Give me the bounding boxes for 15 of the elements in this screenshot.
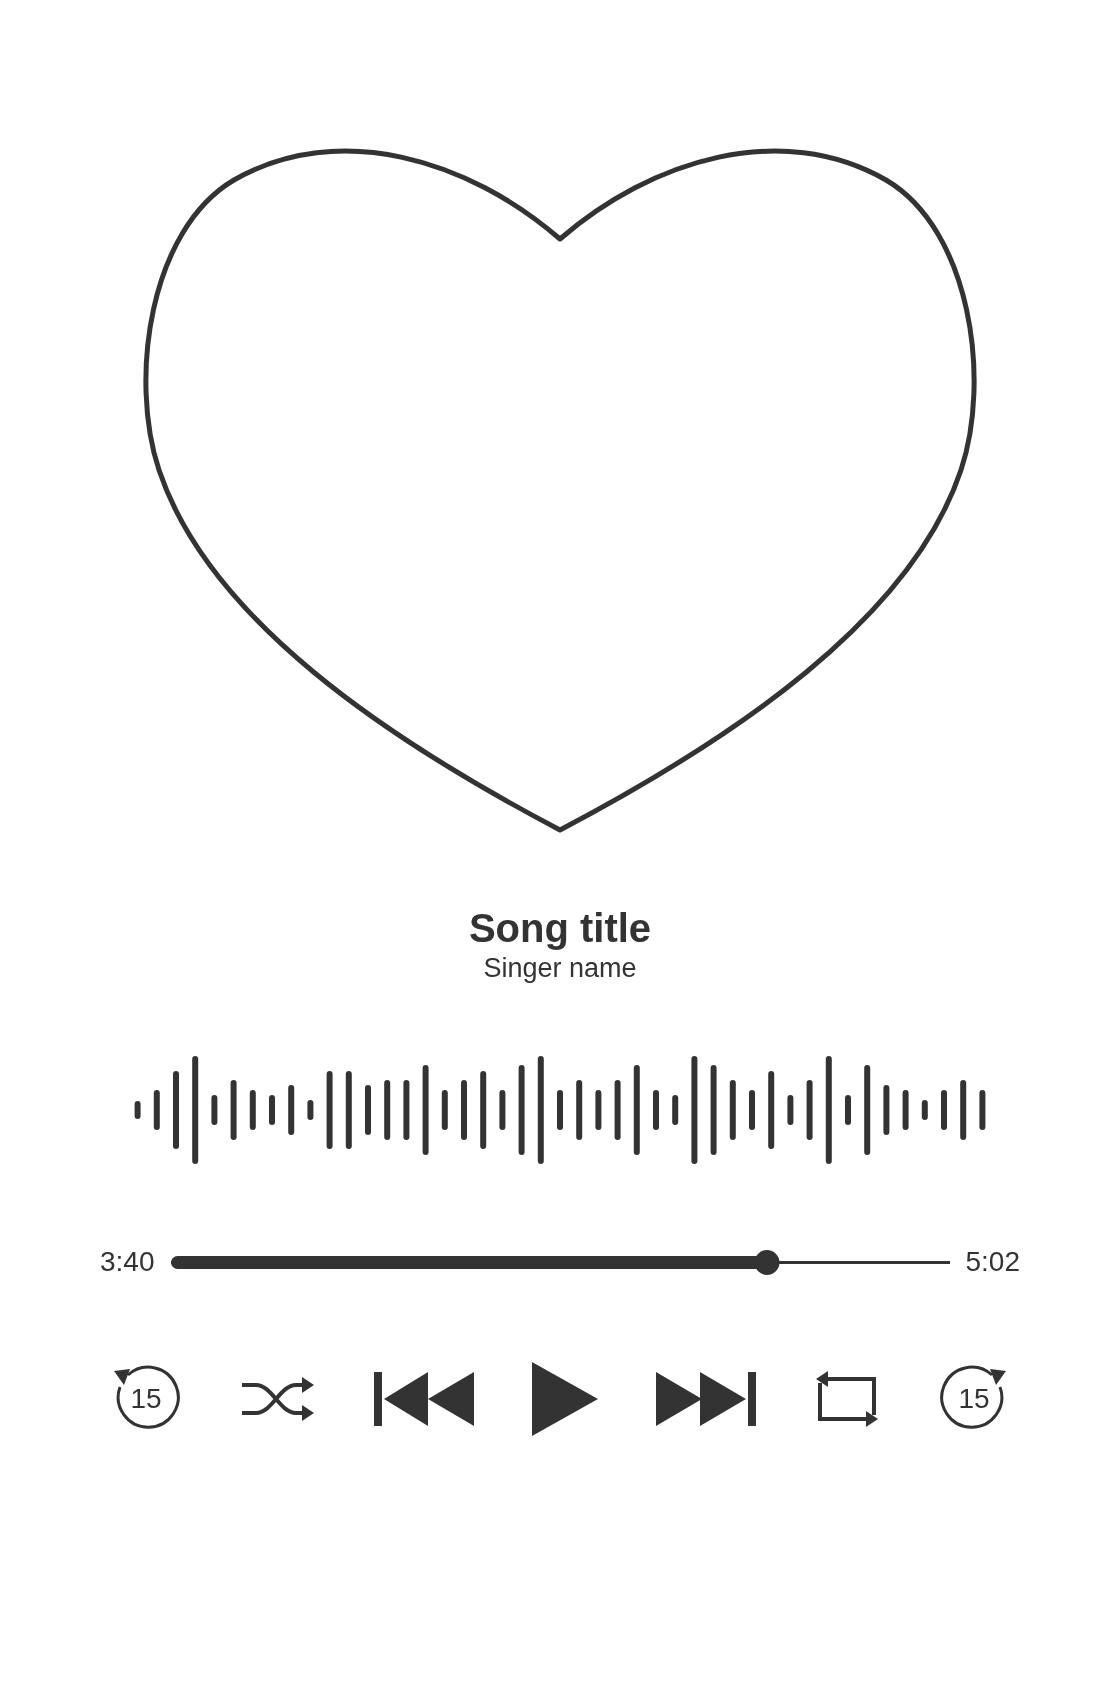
singer-name: Singer name <box>483 952 637 985</box>
total-time: 5:02 <box>965 1246 1020 1279</box>
previous-button[interactable] <box>374 1372 474 1427</box>
skip-forward-button[interactable]: 15 <box>938 1363 1010 1436</box>
progress-thumb[interactable] <box>754 1249 780 1275</box>
next-icon <box>656 1372 756 1427</box>
repeat-icon <box>814 1371 880 1428</box>
repeat-button[interactable] <box>814 1371 880 1428</box>
elapsed-time: 3:40 <box>100 1246 155 1279</box>
play-icon <box>532 1362 598 1437</box>
next-button[interactable] <box>656 1372 756 1427</box>
previous-icon <box>374 1372 474 1427</box>
song-title: Song title <box>468 906 652 950</box>
skip-back-button[interactable]: 15 <box>110 1363 182 1436</box>
play-button[interactable] <box>532 1362 598 1437</box>
